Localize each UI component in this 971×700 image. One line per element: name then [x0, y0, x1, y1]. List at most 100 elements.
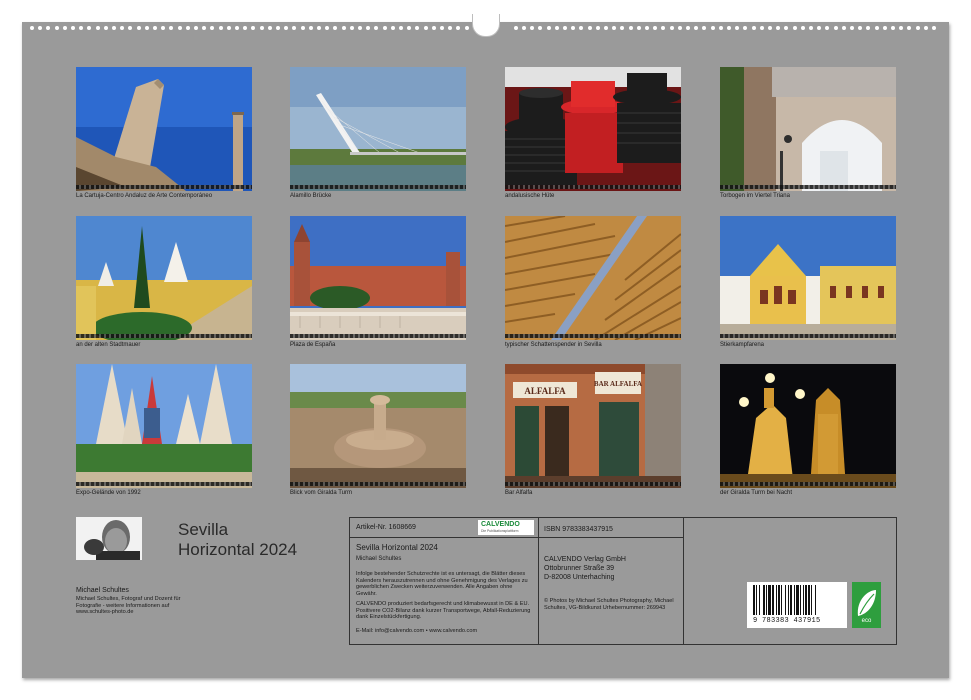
- binding-hole: [554, 26, 559, 30]
- binding-hole: [399, 26, 403, 30]
- binding-hole: [194, 26, 198, 30]
- binding-hole: [825, 26, 830, 30]
- binding-hole: [776, 26, 781, 30]
- binding-hole: [308, 26, 313, 30]
- calendar-title: Sevilla Horizontal 2024: [178, 520, 297, 560]
- bar-sign-left: ALFALFA: [524, 386, 566, 396]
- binding-hole: [341, 26, 346, 30]
- isbn: ISBN 9783383437915: [544, 526, 613, 533]
- photo-caption: Torbogen im Viertel Triana: [720, 193, 790, 199]
- author-name: Michael Schultes: [76, 587, 129, 594]
- barcode-bar: [796, 585, 799, 615]
- publisher-name: CALVENDO Verlag GmbH: [544, 556, 626, 563]
- binding-hole: [440, 26, 444, 30]
- barcode-bar: [788, 585, 789, 615]
- product-author: Michael Schultes: [356, 556, 402, 562]
- binding-hole: [276, 26, 280, 30]
- spiral-binding-holes: [30, 26, 942, 32]
- binding-hole: [915, 26, 920, 30]
- binding-hole: [210, 26, 215, 30]
- binding-hole: [415, 26, 420, 30]
- binding-hole: [251, 26, 256, 30]
- barcode-bar: [778, 585, 780, 615]
- binding-hole: [710, 26, 715, 30]
- binding-hole: [768, 26, 772, 30]
- binding-hole: [333, 26, 338, 30]
- binding-hole: [595, 26, 600, 30]
- binding-hole: [604, 26, 608, 30]
- binding-hole: [243, 26, 248, 30]
- binding-hole: [571, 26, 576, 30]
- binding-hole: [800, 26, 805, 30]
- binding-hole: [358, 26, 362, 30]
- article-number: Artikel-Nr. 1608669: [356, 524, 416, 531]
- binding-hole: [850, 26, 854, 30]
- binding-hole: [423, 26, 428, 30]
- photo-caption: Blick vom Giralda Turm: [290, 490, 353, 496]
- photo-caption: Plaza de España: [290, 342, 336, 348]
- contact-line: E-Mail: info@calvendo.com • www.calvendo…: [356, 628, 478, 634]
- binding-hole: [636, 26, 641, 30]
- binding-hole: [727, 26, 731, 30]
- binding-hole: [579, 26, 584, 30]
- title-line-2: Horizontal 2024: [178, 540, 298, 559]
- barcode-bar: [794, 585, 795, 615]
- photo-plaza-de-espana: [290, 216, 466, 340]
- barcode-bar: [772, 585, 774, 615]
- binding-hole: [464, 26, 469, 30]
- binding-hole: [390, 26, 395, 30]
- photo-bar-alfalfa: ALFALFA BAR ALFALFA: [505, 364, 681, 488]
- binding-hole: [235, 26, 239, 30]
- binding-hole: [932, 26, 936, 30]
- binding-hole: [661, 26, 666, 30]
- publisher-info-box: Artikel-Nr. 1608669 CALVENDO Die Publika…: [349, 517, 897, 645]
- barcode-bar: [815, 585, 816, 615]
- binding-hole: [382, 26, 387, 30]
- binding-hole: [38, 26, 43, 30]
- binding-hole: [144, 26, 149, 30]
- barcode-bar: [790, 585, 792, 615]
- photo-caption: Bar Alfalfa: [505, 490, 533, 496]
- binding-hole: [431, 26, 436, 30]
- binding-hole: [866, 26, 871, 30]
- binding-hole: [759, 26, 764, 30]
- binding-hole: [817, 26, 822, 30]
- binding-hole: [563, 26, 567, 30]
- binding-hole: [95, 26, 100, 30]
- binding-hole: [407, 26, 412, 30]
- photo-alamillo-bridge: [290, 67, 466, 191]
- binding-hole: [809, 26, 813, 30]
- binding-hole: [374, 26, 379, 30]
- barcode: 9 783383 437915: [747, 582, 847, 628]
- binding-hole: [202, 26, 207, 30]
- binding-hole: [300, 26, 305, 30]
- binding-hole: [112, 26, 116, 30]
- binding-hole: [653, 26, 658, 30]
- photo-caption: typischer Schattenspender in Sevilla: [505, 342, 602, 348]
- binding-hole: [907, 26, 912, 30]
- binding-hole: [833, 26, 838, 30]
- calvendo-logo: CALVENDO Die Publikationsplattform: [478, 520, 534, 535]
- binding-hole: [784, 26, 789, 30]
- binding-hole: [366, 26, 371, 30]
- eco-label: eco: [861, 618, 872, 624]
- photo-bullring: [720, 216, 896, 340]
- binding-hole: [612, 26, 617, 30]
- binding-hole: [743, 26, 748, 30]
- binding-hole: [669, 26, 674, 30]
- barcode-bar: [763, 585, 765, 615]
- binding-hole: [218, 26, 223, 30]
- binding-hole: [161, 26, 166, 30]
- brand-sub: Die Publikationsplattform: [481, 529, 519, 533]
- binding-hole: [103, 26, 108, 30]
- photo-copyright: © Photos by Michael Schultes Photography…: [544, 598, 674, 611]
- photo-caption: andalusische Hüte: [505, 193, 555, 199]
- publisher-street: Ottobrunner Straße 39: [544, 565, 615, 572]
- binding-hole: [702, 26, 707, 30]
- photo-caption: an der alten Stadtmauer: [76, 342, 141, 348]
- barcode-bar: [808, 585, 810, 615]
- eco-badge: eco: [852, 582, 881, 628]
- binding-hole: [120, 26, 125, 30]
- photo-caption: der Giralda Turm bei Nacht: [720, 490, 793, 496]
- binding-hole: [694, 26, 699, 30]
